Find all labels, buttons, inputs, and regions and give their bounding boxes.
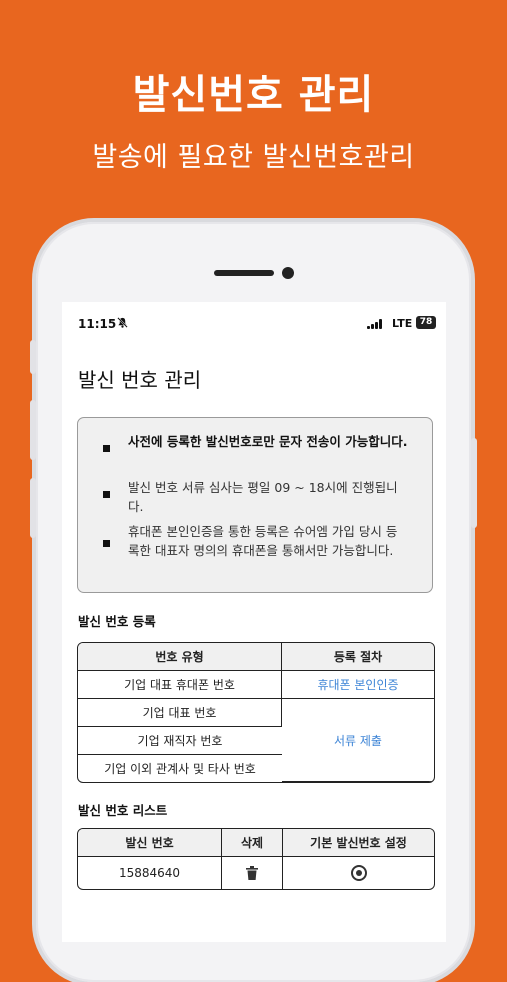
notice-text: 발신 번호 서류 심사는 평일 09 ~ 18시에 진행됩니다.	[128, 480, 398, 514]
col-header-procedure: 등록 절차	[282, 643, 434, 671]
number-type-cell: 기업 재직자 번호	[78, 727, 282, 755]
phone-auth-link[interactable]: 휴대폰 본인인증	[282, 671, 434, 699]
signal-icon	[367, 319, 383, 329]
phone-power-button	[471, 438, 477, 528]
document-submit-link[interactable]: 서류 제출	[282, 699, 434, 782]
promo-headline: 발신번호 관리	[132, 72, 375, 118]
col-header-default: 기본 발신번호 설정	[283, 829, 434, 857]
phone-volume-up	[30, 400, 36, 460]
bullet-icon	[103, 540, 110, 547]
registration-table: 번호 유형 등록 절차 기업 대표 휴대폰 번호 휴대폰 본인인증 기업 대표 …	[77, 642, 435, 783]
sender-number-cell: 15884640	[78, 857, 222, 889]
bullet-icon	[103, 445, 110, 452]
status-bar: 11:15 LTE 78	[62, 302, 446, 346]
trash-icon[interactable]	[246, 866, 258, 881]
phone-mute-switch	[30, 340, 36, 374]
col-header-type: 번호 유형	[78, 643, 282, 671]
table-header-row: 발신 번호 삭제 기본 발신번호 설정	[78, 829, 434, 857]
notice-box: 사전에 등록한 발신번호로만 문자 전송이 가능합니다. 발신 번호 서류 심사…	[77, 417, 433, 593]
radio-selected-icon[interactable]	[350, 865, 367, 881]
network-label: LTE	[392, 317, 413, 330]
battery-icon: 78	[416, 316, 436, 329]
number-type-cell: 기업 대표 번호	[78, 699, 282, 727]
phone-camera	[282, 267, 294, 279]
number-type-cell: 기업 이외 관계사 및 타사 번호	[104, 762, 256, 776]
notice-text: 사전에 등록한 발신번호로만 문자 전송이 가능합니다.	[128, 434, 408, 449]
delete-cell	[222, 857, 283, 889]
notice-text: 휴대폰 본인인증을 통한 등록은 슈어엠 가입 당시 등록한 대표자 명의의 휴…	[128, 524, 398, 558]
phone-volume-down	[30, 478, 36, 538]
default-cell	[283, 857, 434, 889]
phone-speaker	[214, 270, 274, 276]
page-title: 발신 번호 관리	[78, 368, 202, 392]
col-header-delete: 삭제	[222, 829, 283, 857]
table-header-row: 번호 유형 등록 절차	[78, 643, 434, 671]
table-row: 15884640	[78, 857, 434, 889]
bell-slash-icon	[117, 317, 128, 331]
bullet-icon	[103, 491, 110, 498]
list-label: 발신 번호 리스트	[78, 803, 168, 818]
table-row: 기업 대표 번호 서류 제출	[78, 699, 434, 782]
table-row: 기업 대표 휴대폰 번호 휴대폰 본인인증	[78, 671, 434, 699]
app-screen: 11:15 LTE 78 발신 번호 관리 사전에 등록한 발신번호로만 문자 …	[62, 302, 446, 942]
promo-subline: 발송에 필요한 발신번호관리	[92, 142, 415, 173]
registration-label: 발신 번호 등록	[78, 614, 156, 629]
sender-number-table: 발신 번호 삭제 기본 발신번호 설정 15884640	[77, 828, 435, 890]
number-type-cell: 기업 대표 휴대폰 번호	[78, 671, 282, 699]
status-time: 11:15	[78, 317, 117, 331]
col-header-number: 발신 번호	[78, 829, 222, 857]
phone-frame: 11:15 LTE 78 발신 번호 관리 사전에 등록한 발신번호로만 문자 …	[30, 222, 477, 982]
